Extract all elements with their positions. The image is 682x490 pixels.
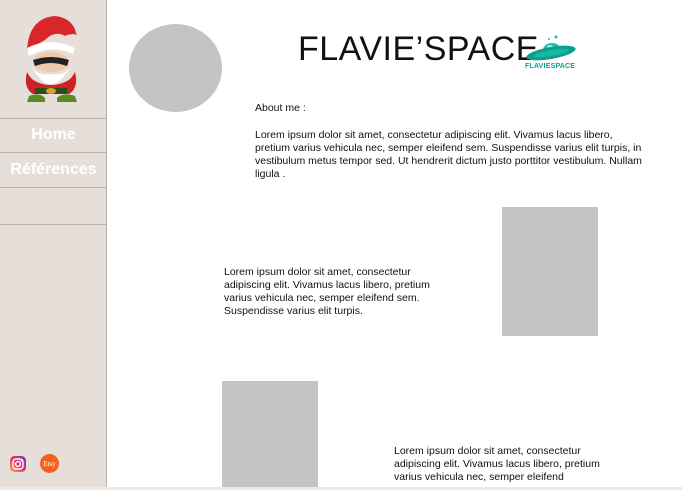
- page: Home Références Etsy FLAVIE’SPACE FLAVIE…: [0, 0, 682, 490]
- image-placeholder: [502, 207, 598, 336]
- section-text: Lorem ipsum dolor sit amet, consectetur …: [394, 445, 600, 483]
- site-title: FLAVIE’SPACE: [298, 30, 539, 68]
- image-placeholder: [222, 381, 318, 487]
- sidebar: Home Références Etsy: [0, 0, 107, 487]
- about-label: About me :: [255, 102, 306, 114]
- nav-divider: [0, 187, 107, 188]
- nav-item-home-label: Home: [31, 126, 76, 143]
- about-text: Lorem ipsum dolor sit amet, consectetur …: [255, 129, 642, 180]
- gnome-mascot-image: [25, 16, 79, 102]
- instagram-icon[interactable]: [9, 455, 27, 473]
- nav-item-references[interactable]: Références: [0, 153, 107, 187]
- nav-item-home[interactable]: Home: [0, 118, 107, 152]
- nav-item-references-label: Références: [10, 161, 97, 178]
- logo-text: FLAVIESPACE: [525, 63, 576, 70]
- etsy-label: Etsy: [43, 459, 56, 468]
- nav-divider: [0, 224, 107, 225]
- section-text: Lorem ipsum dolor sit amet, consectetur …: [224, 266, 430, 317]
- profile-picture-placeholder: [129, 24, 222, 112]
- etsy-icon[interactable]: Etsy: [40, 454, 59, 473]
